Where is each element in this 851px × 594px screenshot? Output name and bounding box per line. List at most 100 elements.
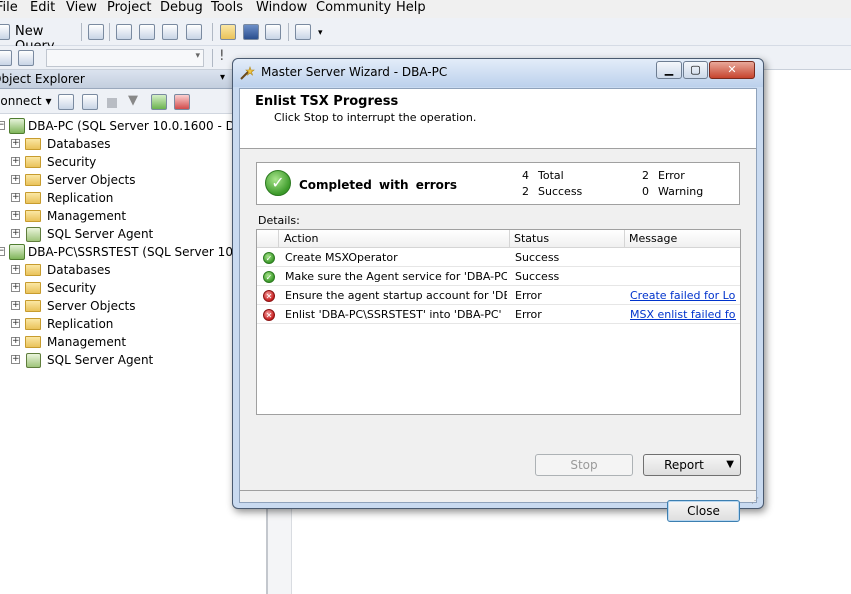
activity-monitor-icon[interactable] [295,24,311,40]
icon-column-header[interactable] [257,230,279,248]
table-row[interactable]: ✓ Make sure the Agent service for 'DBA-P… [257,267,740,286]
tree-node-sql-server-agent[interactable]: + SQL Server Agent [0,225,240,243]
filter-icon[interactable]: ▼ [128,93,138,108]
page-subtitle: Click Stop to interrupt the operation. [274,111,477,124]
menu-file[interactable]: File [0,0,18,16]
success-icon: ✓ [263,271,275,283]
tree-node-server-objects[interactable]: + Server Objects [0,297,240,315]
expand-icon[interactable]: + [11,319,20,328]
stop-powershell-icon[interactable] [174,94,190,110]
tree-node-label: Databases [47,263,111,277]
expand-icon[interactable]: + [11,157,20,166]
disconnect-icon[interactable] [82,94,98,110]
message-link[interactable]: Create failed for Lo... [630,286,736,305]
menu-debug[interactable]: Debug [160,0,203,16]
expand-icon[interactable]: + [11,301,20,310]
collapse-icon[interactable]: − [0,247,5,256]
close-window-button[interactable]: ✕ [709,61,755,79]
table-row[interactable]: ✕ Enlist 'DBA-PC\SSRSTEST' into 'DBA-PC'… [257,305,740,324]
tree-node-sql-server-agent[interactable]: + SQL Server Agent [0,351,240,369]
database-engine-query-icon[interactable] [116,24,132,40]
server-icon [9,118,25,134]
connect-object-explorer-icon[interactable] [58,94,74,110]
expand-icon[interactable]: + [11,355,20,364]
expand-icon[interactable]: + [11,283,20,292]
database-select[interactable]: ▾ [46,49,204,67]
total-count: 4 [522,169,529,182]
maximize-button[interactable]: ▢ [683,61,708,79]
expand-icon[interactable]: + [11,193,20,202]
refresh-icon[interactable] [151,94,167,110]
tree-node-databases[interactable]: + Databases [0,261,240,279]
menu-project[interactable]: Project [107,0,151,16]
action-cell: Enlist 'DBA-PC\SSRSTEST' into 'DBA-PC' [285,308,502,321]
new-file-icon[interactable] [88,24,104,40]
new-query-button[interactable]: New Query [0,22,78,54]
tree-node-databases[interactable]: + Databases [0,135,240,153]
tree-node-replication[interactable]: + Replication [0,315,240,333]
save-icon[interactable] [243,24,259,40]
xmla-query-icon[interactable] [162,24,178,40]
tree-node-replication[interactable]: + Replication [0,189,240,207]
menu-tools[interactable]: Tools [211,0,243,16]
menu-community[interactable]: Community [316,0,391,16]
folder-icon [25,300,41,312]
resize-grip-icon[interactable]: ⋰ [751,496,761,506]
open-file-icon[interactable] [220,24,236,40]
menu-help[interactable]: Help [396,0,426,16]
connect-icon[interactable] [18,50,34,66]
tree-node-management[interactable]: + Management [0,207,240,225]
agent-icon [26,227,41,242]
tree-node-server-objects[interactable]: + Server Objects [0,171,240,189]
connect-dropdown[interactable]: Connect ▾ [0,94,51,108]
expand-icon[interactable]: + [11,265,20,274]
expand-icon[interactable]: + [11,211,20,220]
message-link[interactable]: MSX enlist failed fo... [630,305,736,324]
analysis-query-icon[interactable] [139,24,155,40]
menu-window[interactable]: Window [256,0,307,16]
tree-node-management[interactable]: + Management [0,333,240,351]
menu-edit[interactable]: Edit [30,0,55,16]
minimize-button[interactable]: ▁ [656,61,682,79]
tree-node-label: Server Objects [47,299,136,313]
report-button[interactable]: Report ▼ [643,454,741,476]
folder-icon [25,156,41,168]
new-query-icon [0,24,10,40]
toolbar-overflow-icon[interactable]: ▾ [318,28,323,38]
tree-node-security[interactable]: + Security [0,279,240,297]
expand-icon[interactable]: + [11,175,20,184]
server-icon [9,244,25,260]
tree-node-server[interactable]: − DBA-PC\SSRSTEST (SQL Server 10.0.160 [0,243,271,261]
chevron-down-icon: ▼ [726,459,734,470]
print-icon[interactable] [265,24,281,40]
expand-icon[interactable]: + [11,139,20,148]
action-cell: Create MSXOperator [285,251,398,264]
folder-icon [25,336,41,348]
menu-view[interactable]: View [66,0,97,16]
column-header-status[interactable]: Status [510,230,625,248]
change-connection-icon[interactable] [0,50,12,66]
close-button[interactable]: Close [667,500,740,522]
column-header-message[interactable]: Message [625,230,740,248]
execute-icon[interactable]: ! [219,48,225,64]
warning-label: Warning [658,185,704,198]
tree-node-security[interactable]: + Security [0,153,240,171]
dialog-titlebar[interactable]: Master Server Wizard - DBA-PC ▁ ▢ ✕ [233,59,763,87]
pin-icon[interactable]: ▾ [220,72,225,83]
collapse-icon[interactable]: − [0,121,5,130]
expand-icon[interactable]: + [11,229,20,238]
menu-bar: File Edit View Project Debug Tools Windo… [0,0,851,18]
sql-mobile-query-icon[interactable] [186,24,202,40]
details-grid[interactable]: Action Status Message ✓ Create MSXOperat… [256,229,741,415]
table-row[interactable]: ✕ Ensure the agent startup account for '… [257,286,740,305]
column-header-action[interactable]: Action [279,230,510,248]
grid-header: Action Status Message [257,230,740,248]
error-count: 2 [642,169,649,182]
tree-node-server[interactable]: − DBA-PC (SQL Server 10.0.1600 - DBA-P [0,117,266,135]
tree-node-label: Security [47,155,97,169]
table-row[interactable]: ✓ Create MSXOperator Success [257,248,740,267]
stop-button[interactable]: Stop [535,454,633,476]
stop-icon[interactable] [107,98,117,108]
expand-icon[interactable]: + [11,337,20,346]
connect-label: Connect [0,94,42,108]
